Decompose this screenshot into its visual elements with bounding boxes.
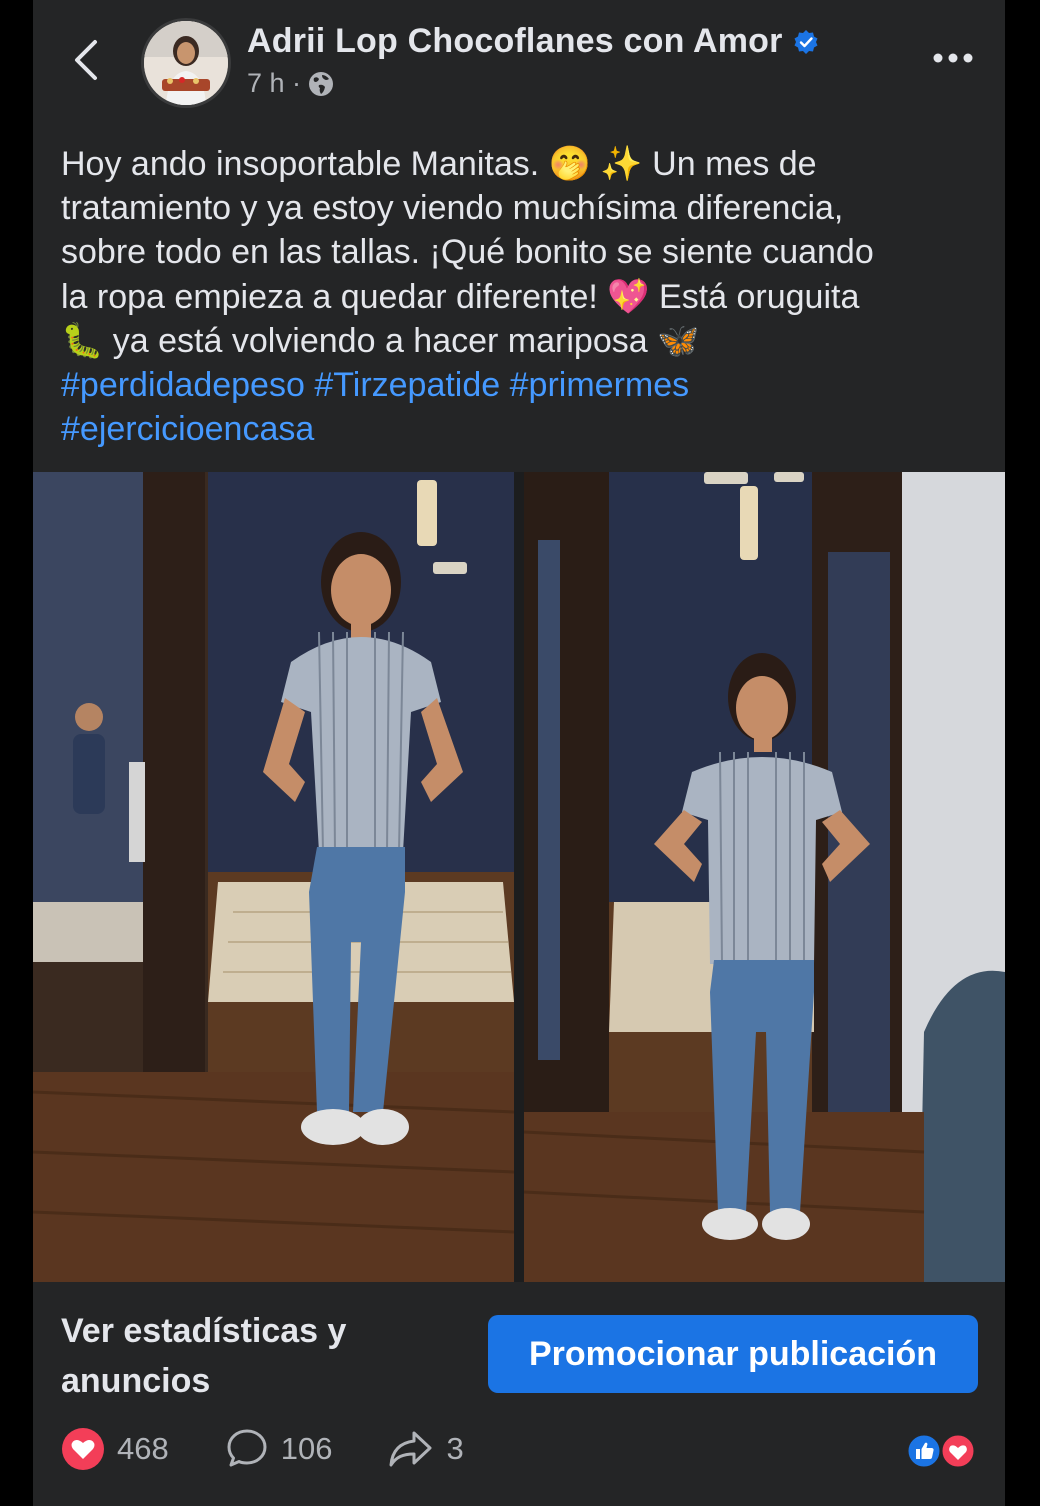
- comment-count: 106: [280, 1431, 333, 1466]
- chevron-left-icon[interactable]: [69, 38, 105, 82]
- post-container: Adrii Lop Chocoflanes con Amor 7 h · Hoy…: [33, 0, 1005, 1506]
- caption-line: tratamiento y ya estoy viendo muchísima …: [61, 189, 844, 228]
- promote-post-button[interactable]: Promocionar publicación: [488, 1315, 978, 1393]
- post-photos: [33, 472, 1005, 1282]
- view-stats-link[interactable]: Ver estadísticas y anuncios: [61, 1306, 421, 1406]
- post-caption: Hoy ando insoportable Manitas. 🤭 ✨ Un me…: [61, 142, 981, 451]
- share-icon: [389, 1431, 432, 1467]
- hashtag-link[interactable]: #primermes: [510, 366, 689, 404]
- post-photo-after[interactable]: [524, 472, 1005, 1282]
- post-photo-before[interactable]: [33, 472, 514, 1282]
- comment-icon: [227, 1429, 267, 1467]
- hashtag-row: #ejercicioencasa: [61, 407, 981, 451]
- reaction-bar: 468 106 3: [61, 1422, 520, 1476]
- like-button[interactable]: 468: [61, 1427, 169, 1471]
- hashtag-link[interactable]: #ejercicioencasa: [61, 410, 314, 448]
- more-horizontal-icon[interactable]: [931, 48, 975, 68]
- like-count: 468: [117, 1431, 169, 1466]
- verified-badge-icon: [794, 29, 818, 54]
- caption-line: sobre todo en las tallas. ¡Qué bonito se…: [61, 233, 874, 272]
- globe-icon: [309, 71, 334, 96]
- caption-line: Hoy ando insoportable Manitas. 🤭 ✨ Un me…: [61, 145, 817, 183]
- comment-button[interactable]: 106: [225, 1427, 333, 1471]
- caption-line: 🐛 ya está volviendo a hacer mariposa 🦋: [61, 321, 700, 360]
- caption-line: la ropa empieza a quedar diferente! 💖 Es…: [61, 277, 860, 316]
- post-header: Adrii Lop Chocoflanes con Amor 7 h ·: [33, 0, 1005, 120]
- share-count: 3: [446, 1431, 464, 1466]
- hashtag-link[interactable]: #perdidadepeso: [61, 366, 305, 404]
- hashtag-row: #perdidadepeso #Tirzepatide #primermes: [61, 363, 981, 407]
- heart-icon: [62, 1428, 104, 1470]
- author-avatar[interactable]: [141, 18, 231, 108]
- share-button[interactable]: 3: [388, 1427, 464, 1471]
- hashtag-link[interactable]: #Tirzepatide: [314, 366, 500, 404]
- author-name[interactable]: Adrii Lop Chocoflanes con Amor: [247, 22, 783, 61]
- post-time[interactable]: 7 h ·: [247, 68, 301, 99]
- reaction-summary-icons[interactable]: [905, 1432, 979, 1470]
